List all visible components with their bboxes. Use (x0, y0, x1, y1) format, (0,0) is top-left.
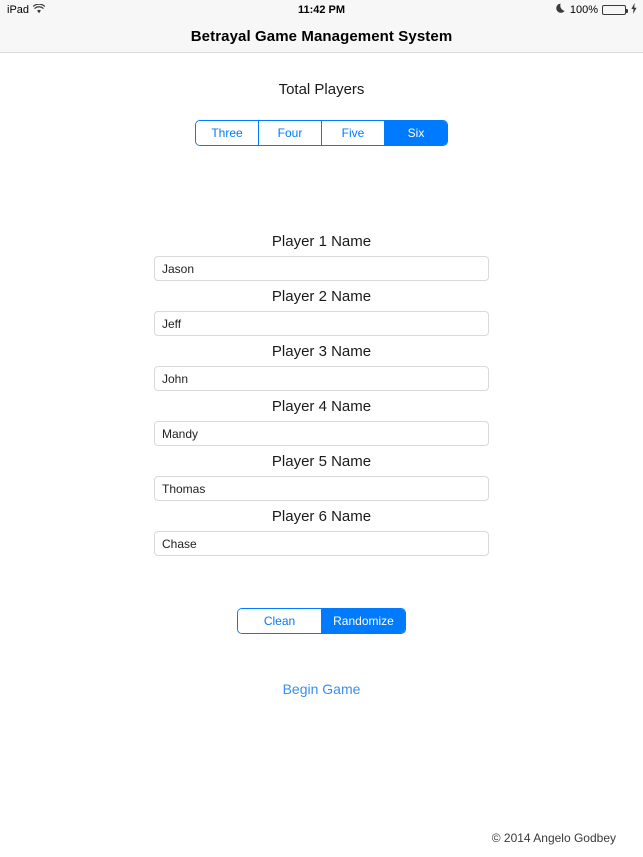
moon-icon (556, 3, 566, 17)
clean-button[interactable]: Clean (238, 609, 322, 633)
player-4-name-input[interactable] (154, 421, 489, 446)
status-bar: iPad 11:42 PM 100% (0, 0, 643, 20)
player-4-label: Player 4 Name (271, 398, 372, 415)
player-5-label: Player 5 Name (271, 453, 372, 470)
battery-percent-label: 100% (569, 4, 598, 16)
player-actions-segmented-control[interactable]: Clean Randomize (237, 608, 406, 634)
player-6-label: Player 6 Name (271, 508, 372, 525)
player-field-group-3: Player 3 Name (154, 336, 489, 391)
player-field-group-5: Player 5 Name (154, 446, 489, 501)
player-3-label: Player 3 Name (271, 343, 372, 360)
player-field-group-4: Player 4 Name (154, 391, 489, 446)
page-title: Betrayal Game Management System (190, 27, 453, 45)
total-players-segmented-control[interactable]: Three Four Five Six (195, 120, 448, 146)
player-2-label: Player 2 Name (271, 288, 372, 305)
player-field-group-2: Player 2 Name (154, 281, 489, 336)
player-field-group-1: Player 1 Name (154, 226, 489, 281)
begin-game-button[interactable]: Begin Game (0, 681, 643, 697)
player-1-label: Player 1 Name (271, 233, 372, 250)
randomize-button[interactable]: Randomize (322, 609, 405, 633)
player-field-group-6: Player 6 Name (154, 501, 489, 556)
total-players-heading: Total Players (278, 81, 365, 98)
player-6-name-input[interactable] (154, 531, 489, 556)
segment-five[interactable]: Five (322, 121, 385, 145)
player-3-name-input[interactable] (154, 366, 489, 391)
player-5-name-input[interactable] (154, 476, 489, 501)
player-name-fields: Player 1 Name Player 2 Name Player 3 Nam… (154, 226, 489, 556)
player-1-name-input[interactable] (154, 256, 489, 281)
app-root: iPad 11:42 PM 100% Betrayal Game Managem… (0, 0, 643, 857)
segment-four[interactable]: Four (259, 121, 322, 145)
copyright-footer: © 2014 Angelo Godbey (491, 831, 616, 845)
segment-six[interactable]: Six (385, 121, 447, 145)
status-bar-time: 11:42 PM (297, 4, 346, 16)
bolt-icon (631, 3, 637, 17)
player-2-name-input[interactable] (154, 311, 489, 336)
battery-icon (602, 5, 628, 15)
status-bar-right: 100% (556, 3, 637, 17)
navigation-bar: Betrayal Game Management System (0, 20, 643, 53)
main-content: Total Players Three Four Five Six Player… (0, 54, 643, 857)
segment-three[interactable]: Three (196, 121, 259, 145)
